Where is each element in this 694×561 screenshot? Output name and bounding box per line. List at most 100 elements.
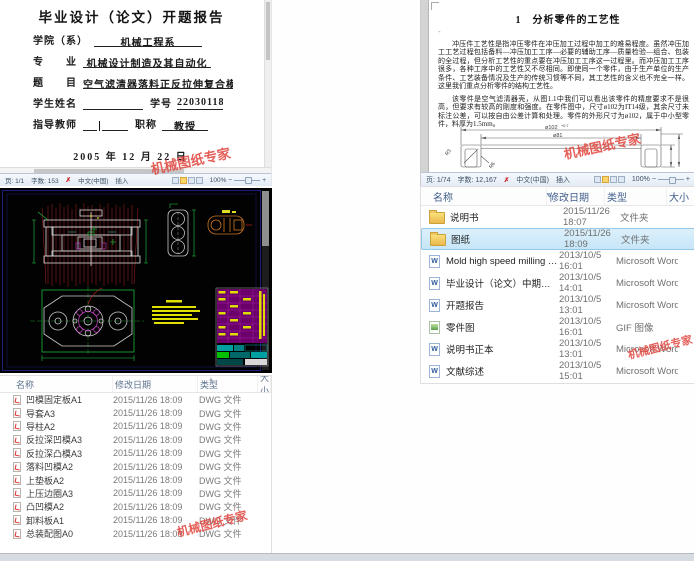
field-label: 职称 (135, 116, 157, 131)
window-bottom-edge (0, 553, 694, 561)
file-row[interactable]: 反拉深凸模A32015/11/26 18:09DWG 文件 (0, 447, 271, 460)
file-row[interactable]: 凹模固定板A12015/11/26 18:09DWG 文件 (0, 393, 271, 406)
page-title: 毕业设计（论文）开题报告 (0, 6, 263, 26)
dwg-file-icon (13, 421, 21, 431)
file-row-selected[interactable]: 图纸2015/11/26 18:09文件夹 (421, 228, 694, 250)
status-bar: 页: 1/74 字数: 12,167 ✗ 中文(中国) 插入 100% − + (421, 172, 694, 186)
file-type: DWG 文件 (199, 474, 259, 487)
file-row[interactable]: 零件图2013/10/5 16:01GIF 图像 (421, 316, 694, 338)
form-field-student: 学生姓名 学号 22030118 (33, 95, 233, 110)
radius-label-r3: R3 (444, 148, 453, 157)
file-row[interactable]: 上垫板A22015/11/26 18:09DWG 文件 (0, 473, 271, 486)
file-row[interactable]: W开题报告2013/10/5 13:01Microsoft Word ... (421, 294, 694, 316)
file-row[interactable]: 导套A32015/11/26 18:09DWG 文件 (0, 406, 271, 419)
word-window-opening-report[interactable]: 毕业设计（论文）开题报告 学院（系） 机械工程系 专 业 机械设计制造及其自动化… (0, 0, 272, 186)
field-value: 机械设计制造及其自动化 (83, 55, 211, 68)
column-headers: 名称 ▼ 修改日期 类型 大小 (421, 187, 694, 206)
field-label: 专 业 (33, 53, 77, 68)
file-name: 导柱A2 (26, 420, 113, 433)
column-header-name[interactable]: 名称 (0, 376, 113, 392)
view-mode-buttons (172, 177, 203, 184)
report-form: 学院（系） 机械工程系 专 业 机械设计制造及其自动化 题 目 空气滤清器落料正… (33, 32, 233, 137)
file-row[interactable]: 导柱A22015/11/26 18:09DWG 文件 (0, 420, 271, 433)
file-type: DWG 文件 (199, 447, 259, 460)
zoom-out-icon[interactable]: − (228, 177, 232, 184)
file-name: 凸凹模A2 (26, 500, 113, 513)
view-mode-button[interactable] (188, 177, 195, 184)
field-value-blank (102, 118, 128, 131)
column-header-date[interactable]: 修改日期 (547, 187, 605, 205)
column-header-type[interactable]: 类型 (605, 187, 667, 205)
form-field-department: 学院（系） 机械工程系 (33, 32, 233, 47)
body-paragraph: 冲压件工艺性是指冲压零件在冲压加工过程中加工的难易程度。虽然冲压加工工艺过程包括… (438, 40, 689, 90)
spellcheck-icon: ✗ (66, 176, 71, 184)
zoom-slider-knob[interactable] (669, 177, 676, 184)
status-page: 页: 1/1 (5, 175, 24, 185)
vertical-scrollbar[interactable] (264, 0, 271, 167)
zoom-slider[interactable] (658, 179, 684, 180)
file-row[interactable]: W文献综述2013/10/5 15:01Microsoft Word ... (421, 360, 694, 382)
zoom-in-icon[interactable]: + (686, 176, 690, 183)
dwg-file-icon (13, 515, 21, 525)
view-mode-button-active[interactable] (602, 176, 609, 183)
form-field-major: 专 业 机械设计制造及其自动化 (33, 53, 233, 68)
status-insert-mode: 插入 (556, 175, 570, 185)
zoom-slider-knob[interactable] (245, 177, 252, 184)
section-heading: 1 分析零件的工艺性 (451, 11, 685, 26)
column-header-size[interactable]: 大小 (667, 187, 694, 205)
column-header-size[interactable]: 大小 (258, 376, 271, 392)
view-mode-button-active[interactable] (180, 177, 187, 184)
file-row[interactable]: 落料凹模A22015/11/26 18:09DWG 文件 (0, 460, 271, 473)
column-header-type[interactable]: 类型 (198, 376, 258, 392)
status-wordcount: 字数: 153 (31, 175, 58, 185)
file-date: 2013/10/5 16:01 (559, 250, 616, 272)
view-mode-button[interactable] (172, 177, 179, 184)
file-type: DWG 文件 (199, 393, 259, 406)
zoom-in-icon[interactable]: + (262, 177, 266, 184)
word-window-process-analysis[interactable]: 1 分析零件的工艺性 - 冲压件工艺性是指冲压零件在冲压加工过程中加工的难易程度… (420, 0, 694, 186)
file-date: 2015/11/26 18:09 (113, 462, 199, 472)
zoom-out-icon[interactable]: − (652, 176, 656, 183)
page-corner-mark (431, 2, 439, 10)
file-row[interactable]: 上压边圈A32015/11/26 18:09DWG 文件 (0, 487, 271, 500)
file-date: 2015/11/26 18:09 (113, 435, 199, 445)
field-label: 学院（系） (33, 32, 88, 47)
view-mode-button[interactable] (610, 176, 617, 183)
gif-file-icon (429, 321, 440, 334)
file-list-dwg: 名称 修改日期 类型 大小 ▲ 凹模固定板A12015/11/26 18:09D… (0, 375, 272, 555)
dwg-file-icon (13, 408, 21, 418)
file-date: 2013/10/5 16:01 (559, 316, 616, 338)
file-name: 总装配图A0 (26, 527, 113, 540)
screenshot-canvas: 毕业设计（论文）开题报告 学院（系） 机械工程系 专 业 机械设计制造及其自动化… (0, 0, 694, 561)
zoom-slider[interactable] (234, 180, 260, 181)
view-mode-button[interactable] (618, 176, 625, 183)
file-row[interactable]: W毕业设计（论文）中期报告2013/10/5 14:01Microsoft Wo… (421, 272, 694, 294)
file-row[interactable]: 总装配图A02015/11/26 18:09DWG 文件 (0, 527, 271, 540)
file-date: 2015/11/26 18:07 (563, 206, 620, 228)
cad-scrollbar-thumb[interactable] (262, 191, 269, 246)
cad-title-block (216, 288, 268, 366)
word-file-icon: W (429, 299, 440, 312)
file-row[interactable]: 说明书2015/11/26 18:07文件夹 (421, 206, 694, 228)
dwg-file-icon (13, 502, 21, 512)
cad-drawing-viewer[interactable] (0, 188, 272, 373)
scrollbar-thumb[interactable] (266, 2, 270, 60)
file-date: 2015/11/26 18:09 (113, 502, 199, 512)
file-row[interactable]: 反拉深凹模A32015/11/26 18:09DWG 文件 (0, 433, 271, 446)
status-bar: 页: 1/1 字数: 153 ✗ 中文(中国) 插入 100% − + (0, 173, 271, 186)
filter-dropdown-icon[interactable]: ▼ (545, 192, 552, 199)
folder-icon (429, 212, 445, 224)
sort-indicator-icon: ▲ (208, 377, 214, 383)
view-mode-button[interactable] (196, 177, 203, 184)
view-mode-button[interactable] (594, 176, 601, 183)
file-row[interactable]: WMold high speed milling processing ...2… (421, 250, 694, 272)
dimension-label-outer: ø102 (545, 125, 558, 131)
file-name: 落料凹模A2 (26, 460, 113, 473)
column-header-date[interactable]: 修改日期 (113, 376, 198, 392)
column-header-name[interactable]: 名称 (421, 187, 547, 205)
form-field-advisor: 指导教师 职称 教授 (33, 116, 233, 131)
file-date: 2013/10/5 15:01 (559, 360, 616, 382)
status-language: 中文(中国) (516, 175, 549, 185)
file-date: 2013/10/5 13:01 (559, 294, 616, 316)
dwg-file-icon (13, 448, 21, 458)
